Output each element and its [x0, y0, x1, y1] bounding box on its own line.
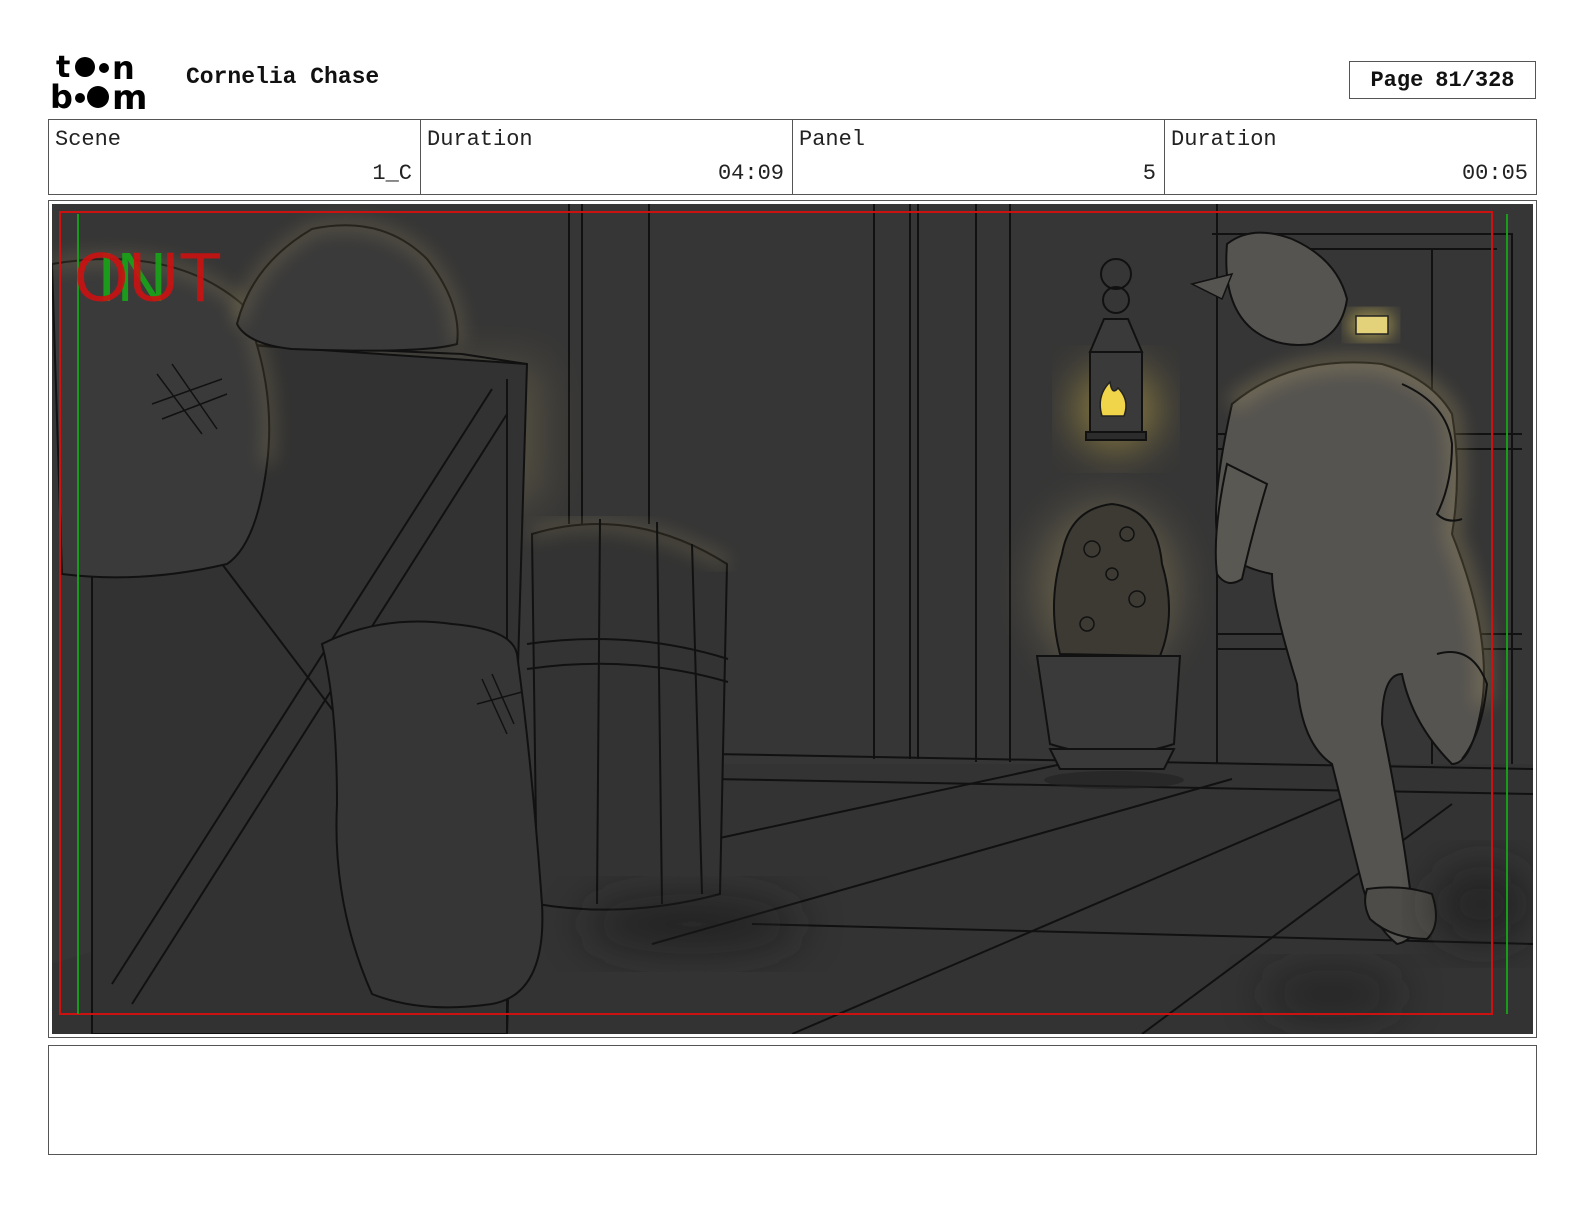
- scene-duration-cell: Duration 04:09: [421, 120, 793, 194]
- panel-duration-value: 00:05: [1461, 161, 1528, 186]
- scene-cell: Scene 1_C: [49, 120, 421, 194]
- barrel-drawing: [526, 518, 729, 911]
- project-title: Cornelia Chase: [186, 64, 380, 90]
- potted-plant-drawing: [1035, 502, 1184, 789]
- scene-label: Scene: [55, 127, 122, 152]
- svg-text:m: m: [112, 78, 147, 112]
- page-label: Page: [1370, 67, 1424, 93]
- scene-value: 1_C: [372, 161, 412, 186]
- svg-text:b: b: [50, 78, 73, 112]
- panel-image: IN OUT: [50, 204, 1534, 1035]
- panel-duration-cell: Duration 00:05: [1165, 120, 1536, 194]
- panel-label: Panel: [799, 127, 866, 152]
- panel-value: 5: [1142, 161, 1156, 186]
- out-marker: OUT: [74, 238, 222, 316]
- panel-cell: Panel 5: [793, 120, 1165, 194]
- panel-duration-label: Duration: [1171, 127, 1277, 152]
- page-indicator: Page 81/328: [1349, 61, 1536, 99]
- panel-notes-box: [48, 1045, 1537, 1155]
- toonboom-logo: t n b m: [50, 49, 166, 118]
- scene-duration-value: 04:09: [717, 161, 784, 186]
- page-number: 81/328: [1435, 67, 1515, 93]
- panel-info-row: Scene 1_C Duration 04:09 Panel 5 Duratio…: [48, 119, 1537, 195]
- scene-duration-label: Duration: [427, 127, 533, 152]
